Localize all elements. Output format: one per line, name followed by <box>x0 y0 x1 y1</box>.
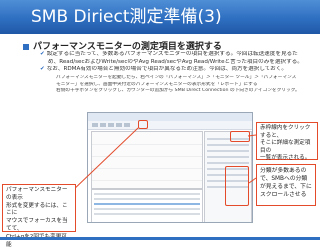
callout-click-red-frame: 赤枠線内をクリックすると、 そこに詳細な測定項目の 一覧が表示される。 <box>256 122 318 161</box>
callout-change-display-format: パフォーマンスモニターの表示 形式を変更するには、ここに マウスでフォーカスを当… <box>2 184 76 248</box>
callout-scroll-down: 分類が多数あるの で、SMBへの分類 が見えるまで、下に スクロールさせる <box>256 164 316 206</box>
